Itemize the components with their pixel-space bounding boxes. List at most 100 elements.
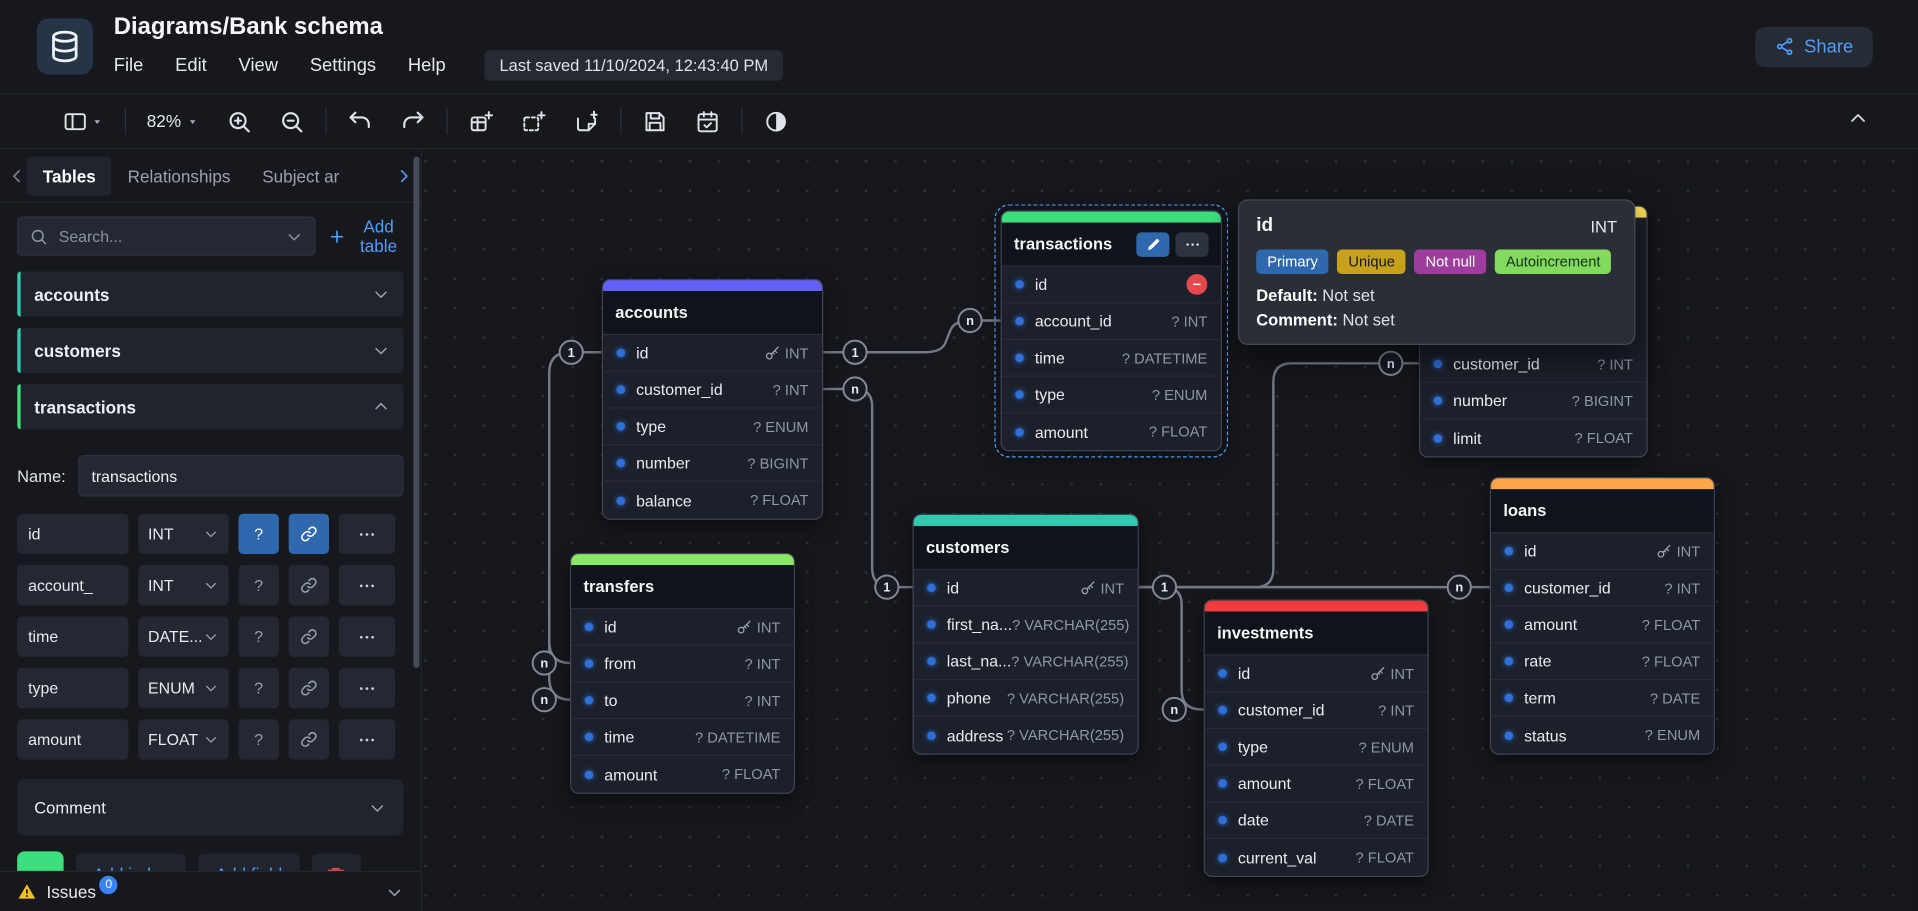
table-field-row[interactable]: type? ENUM — [603, 409, 822, 446]
table-field-row[interactable]: limit? FLOAT — [1420, 420, 1646, 457]
table-field-row[interactable]: first_na...? VARCHAR(255) — [914, 607, 1138, 644]
field-options-button[interactable] — [339, 514, 395, 554]
field-key-toggle[interactable] — [289, 514, 329, 554]
table-field-row[interactable]: last_na...? VARCHAR(255) — [914, 643, 1138, 680]
table-more-button[interactable] — [1175, 232, 1208, 256]
field-options-button[interactable] — [339, 668, 395, 708]
menu-settings[interactable]: Settings — [310, 54, 376, 75]
table-card-transactions[interactable]: transactionsidaccount_id? INTtime? DATET… — [1001, 210, 1222, 451]
table-field-row[interactable]: id — [1002, 267, 1221, 304]
tabs-scroll-left-icon[interactable] — [7, 166, 27, 186]
field-name-chip[interactable]: type — [17, 668, 128, 708]
table-field-row[interactable]: amount? FLOAT — [1491, 607, 1714, 644]
search-input[interactable] — [56, 226, 276, 247]
accordion-item-transactions[interactable]: transactions — [17, 384, 404, 429]
field-nullable-toggle[interactable]: ? — [239, 514, 279, 554]
field-nullable-toggle[interactable]: ? — [239, 668, 279, 708]
relationship-line[interactable] — [1139, 587, 1204, 709]
field-type-dropdown[interactable]: FLOAT — [138, 719, 229, 759]
table-field-row[interactable]: customer_id? INT — [603, 372, 822, 409]
table-field-row[interactable]: to? INT — [571, 683, 794, 720]
field-nullable-toggle[interactable]: ? — [239, 565, 279, 605]
table-field-row[interactable]: address? VARCHAR(255) — [914, 717, 1138, 754]
field-name-chip[interactable]: id — [17, 514, 128, 554]
comment-section[interactable]: Comment — [17, 779, 404, 835]
field-key-toggle[interactable] — [289, 719, 329, 759]
undo-button[interactable] — [341, 102, 379, 140]
table-field-row[interactable]: customer_id? INT — [1491, 570, 1714, 607]
field-key-toggle[interactable] — [289, 668, 329, 708]
accordion-item-customers[interactable]: customers — [17, 328, 404, 373]
table-field-row[interactable]: type? ENUM — [1205, 729, 1428, 766]
save-button[interactable] — [636, 102, 674, 140]
table-field-row[interactable]: number? BIGINT — [1420, 383, 1646, 420]
field-key-toggle[interactable] — [289, 565, 329, 605]
table-field-row[interactable]: amount? FLOAT — [571, 756, 794, 793]
search-box[interactable] — [17, 217, 315, 256]
field-type-dropdown[interactable]: ENUM — [138, 668, 229, 708]
share-button[interactable]: Share — [1755, 26, 1872, 66]
add-note-button[interactable] — [568, 102, 606, 140]
chevron-down-icon[interactable] — [385, 883, 403, 901]
add-table-button[interactable] — [462, 102, 500, 140]
layout-button[interactable] — [56, 102, 110, 140]
delete-field-button[interactable] — [1187, 274, 1208, 295]
table-field-row[interactable]: customer_id? INT — [1420, 346, 1646, 383]
tab-subject-areas[interactable]: Subject ar — [246, 156, 355, 195]
field-type-dropdown[interactable]: DATE... — [138, 616, 229, 656]
table-field-row[interactable]: balance? FLOAT — [603, 482, 822, 519]
table-edit-button[interactable] — [1136, 232, 1169, 256]
table-card-transfers[interactable]: transfersidINTfrom? INTto? INTtime? DATE… — [570, 553, 795, 794]
table-card-loans[interactable]: loansidINTcustomer_id? INTamount? FLOATr… — [1490, 477, 1715, 755]
zoom-out-button[interactable] — [273, 102, 311, 140]
field-type-dropdown[interactable]: INT — [138, 514, 229, 554]
field-options-button[interactable] — [339, 565, 395, 605]
table-field-row[interactable]: from? INT — [571, 646, 794, 683]
menu-help[interactable]: Help — [408, 54, 446, 75]
table-field-row[interactable]: term? DATE — [1491, 680, 1714, 717]
table-field-row[interactable]: time? DATETIME — [1002, 340, 1221, 377]
field-name-chip[interactable]: time — [17, 616, 128, 656]
table-field-row[interactable]: idINT — [603, 335, 822, 372]
table-field-row[interactable]: idINT — [1491, 533, 1714, 570]
issues-bar[interactable]: Issues 0 — [0, 871, 421, 911]
zoom-in-button[interactable] — [220, 102, 258, 140]
accordion-item-accounts[interactable]: accounts — [17, 272, 404, 317]
menu-edit[interactable]: Edit — [175, 54, 207, 75]
tabs-scroll-right-icon[interactable] — [394, 166, 414, 186]
field-options-button[interactable] — [339, 616, 395, 656]
table-field-row[interactable]: amount? FLOAT — [1002, 413, 1221, 450]
sidebar-scrollbar[interactable] — [413, 157, 419, 668]
field-type-dropdown[interactable]: INT — [138, 565, 229, 605]
table-field-row[interactable]: idINT — [571, 609, 794, 646]
table-field-row[interactable]: amount? FLOAT — [1205, 766, 1428, 803]
field-key-toggle[interactable] — [289, 616, 329, 656]
field-nullable-toggle[interactable]: ? — [239, 719, 279, 759]
calendar-check-button[interactable] — [689, 102, 727, 140]
table-field-row[interactable]: idINT — [914, 570, 1138, 607]
table-card-accounts[interactable]: accountsidINTcustomer_id? INTtype? ENUMn… — [602, 279, 823, 520]
field-name-chip[interactable]: account_ — [17, 565, 128, 605]
app-logo[interactable] — [37, 18, 93, 74]
field-name-chip[interactable]: amount — [17, 719, 128, 759]
table-name-input[interactable] — [78, 455, 404, 497]
table-field-row[interactable]: rate? FLOAT — [1491, 643, 1714, 680]
add-table-button[interactable]: Add table — [328, 217, 404, 256]
menu-file[interactable]: File — [114, 54, 144, 75]
menu-view[interactable]: View — [239, 54, 278, 75]
table-card-customers[interactable]: customersidINTfirst_na...? VARCHAR(255)l… — [913, 514, 1139, 755]
field-options-button[interactable] — [339, 719, 395, 759]
zoom-level-dropdown[interactable]: 82% — [141, 105, 206, 137]
table-field-row[interactable]: date? DATE — [1205, 802, 1428, 839]
add-area-button[interactable] — [515, 102, 553, 140]
search-dropdown-icon[interactable] — [285, 227, 303, 245]
table-field-row[interactable]: type? ENUM — [1002, 377, 1221, 414]
redo-button[interactable] — [394, 102, 432, 140]
table-field-row[interactable]: idINT — [1205, 656, 1428, 693]
table-field-row[interactable]: number? BIGINT — [603, 445, 822, 482]
collapse-toolbar-button[interactable] — [1847, 107, 1869, 135]
table-field-row[interactable]: customer_id? INT — [1205, 692, 1428, 729]
field-nullable-toggle[interactable]: ? — [239, 616, 279, 656]
table-field-row[interactable]: status? ENUM — [1491, 717, 1714, 754]
table-card-investments[interactable]: investmentsidINTcustomer_id? INTtype? EN… — [1204, 599, 1429, 877]
